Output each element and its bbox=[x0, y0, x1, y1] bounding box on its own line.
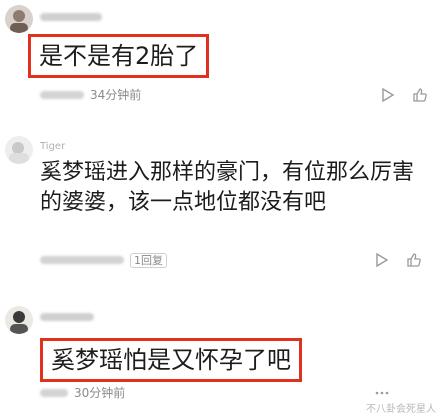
comment-text-line: 奚梦瑶进入那样的豪门，有位那么厉害 bbox=[40, 160, 415, 185]
comment-text: 是不是有2胎了 bbox=[28, 34, 210, 78]
reply-count-button[interactable]: 1回复 bbox=[130, 252, 167, 268]
username[interactable] bbox=[40, 312, 94, 324]
avatar[interactable] bbox=[5, 306, 33, 334]
play-icon[interactable] bbox=[374, 253, 390, 267]
watermark: 不八卦会死星人 bbox=[366, 404, 436, 415]
more-icon[interactable] bbox=[374, 386, 390, 400]
comment-item: 是不是有2胎了 34分钟前 bbox=[0, 0, 440, 110]
comment-meta: 34分钟前 bbox=[40, 88, 141, 102]
comment-actions bbox=[380, 88, 428, 102]
comment-actions bbox=[374, 253, 422, 267]
like-icon[interactable] bbox=[412, 88, 428, 102]
username[interactable] bbox=[40, 12, 102, 24]
avatar[interactable] bbox=[5, 5, 33, 33]
comment-actions bbox=[374, 386, 390, 400]
like-icon[interactable] bbox=[406, 253, 422, 267]
comment-time: 30分钟前 bbox=[74, 386, 126, 400]
comment-text: 奚梦瑶怕是又怀孕了吧 bbox=[40, 338, 302, 382]
comment-meta: 30分钟前 bbox=[40, 386, 125, 400]
comment-meta: 1回复 bbox=[40, 252, 167, 268]
comment-time: 34分钟前 bbox=[90, 88, 142, 102]
avatar[interactable] bbox=[5, 136, 33, 164]
comment-text-line: 的婆婆，该一点地位都没有吧 bbox=[40, 190, 327, 215]
comment-item: Tiger 奚梦瑶进入那样的豪门，有位那么厉害 的婆婆，该一点地位都没有吧 1回… bbox=[0, 128, 440, 278]
username[interactable]: Tiger bbox=[40, 141, 65, 153]
play-icon[interactable] bbox=[380, 88, 396, 102]
